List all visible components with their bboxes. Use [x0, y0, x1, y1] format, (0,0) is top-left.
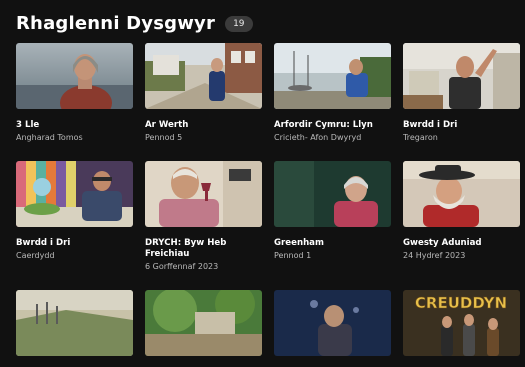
count-badge: 19 [225, 16, 253, 32]
programme-card-bwrdd-i-dri-caerdydd[interactable]: Bwrdd i Dri Caerdydd [16, 161, 133, 261]
programme-thumbnail[interactable] [403, 161, 520, 227]
programme-subtitle: 24 Hydref 2023 [403, 251, 466, 260]
programme-card-arfordir-cymru[interactable]: Arfordir Cymru: Llyn Cricieth- Afon Dwyr… [274, 43, 391, 143]
programme-card-drych[interactable]: DRYCH: Byw Heb Freichiau 6 Gorffennaf 20… [145, 161, 262, 272]
programme-title: Ar Werth [145, 120, 189, 130]
programme-thumbnail[interactable] [274, 290, 391, 356]
thumbnail-image [274, 43, 391, 109]
programme-thumbnail[interactable] [274, 43, 391, 109]
programme-title: 3 Lle [16, 120, 40, 130]
programme-card-gwesty-aduniad[interactable]: Gwesty Aduniad 24 Hydref 2023 [403, 161, 520, 261]
programme-subtitle: 6 Gorffennaf 2023 [145, 262, 219, 271]
thumbnail-image [403, 161, 520, 227]
programme-card-creuddyn[interactable]: CREUDDYN [403, 290, 520, 367]
programme-card-3-lle[interactable]: 3 Lle Angharad Tomos [16, 43, 133, 143]
thumbnail-image [145, 290, 262, 356]
programme-thumbnail[interactable] [274, 161, 391, 227]
programme-subtitle: Caerdydd [16, 251, 55, 260]
thumbnail-image [16, 290, 133, 356]
programme-thumbnail[interactable] [16, 290, 133, 356]
programme-card[interactable] [274, 290, 391, 367]
programme-subtitle: Cricieth- Afon Dwyryd [274, 133, 362, 142]
programme-thumbnail[interactable] [403, 43, 520, 109]
programme-subtitle: Angharad Tomos [16, 133, 83, 142]
programme-thumbnail[interactable] [16, 161, 133, 227]
programme-thumbnail[interactable] [16, 43, 133, 109]
programme-title: Gwesty Aduniad [403, 238, 482, 248]
programme-thumbnail[interactable] [145, 161, 262, 227]
programme-thumbnail[interactable] [145, 290, 262, 356]
programme-title: DRYCH: Byw Heb Freichiau [145, 238, 227, 259]
programme-card[interactable] [145, 290, 262, 367]
thumbnail-image [145, 161, 262, 227]
thumbnail-image [274, 290, 391, 356]
page-header: Rhaglenni Dysgwyr 19 [16, 13, 253, 35]
thumbnail-image [16, 43, 133, 109]
programme-subtitle: Pennod 1 [274, 251, 312, 260]
thumbnail-image [145, 43, 262, 109]
programme-card-ar-werth[interactable]: Ar Werth Pennod 5 [145, 43, 262, 143]
page-title: Rhaglenni Dysgwyr [16, 13, 216, 34]
programme-title: Bwrdd i Dri [16, 238, 71, 248]
thumbnail-image [403, 43, 520, 109]
programme-thumbnail[interactable] [145, 43, 262, 109]
programme-title: Greenham [274, 238, 324, 248]
programme-subtitle: Tregaron [403, 133, 438, 142]
programme-title: Arfordir Cymru: Llyn [274, 120, 373, 130]
programme-card-bwrdd-i-dri-tregaron[interactable]: Bwrdd i Dri Tregaron [403, 43, 520, 143]
programme-card[interactable] [16, 290, 133, 367]
programme-subtitle: Pennod 5 [145, 133, 183, 142]
programme-card-greenham[interactable]: Greenham Pennod 1 [274, 161, 391, 261]
programme-title: Bwrdd i Dri [403, 120, 458, 130]
programme-thumbnail[interactable]: CREUDDYN [403, 290, 520, 356]
creuddyn-logo: CREUDDYN [415, 294, 507, 312]
thumbnail-image: CREUDDYN [403, 290, 520, 356]
thumbnail-image [274, 161, 391, 227]
thumbnail-image [16, 161, 133, 227]
